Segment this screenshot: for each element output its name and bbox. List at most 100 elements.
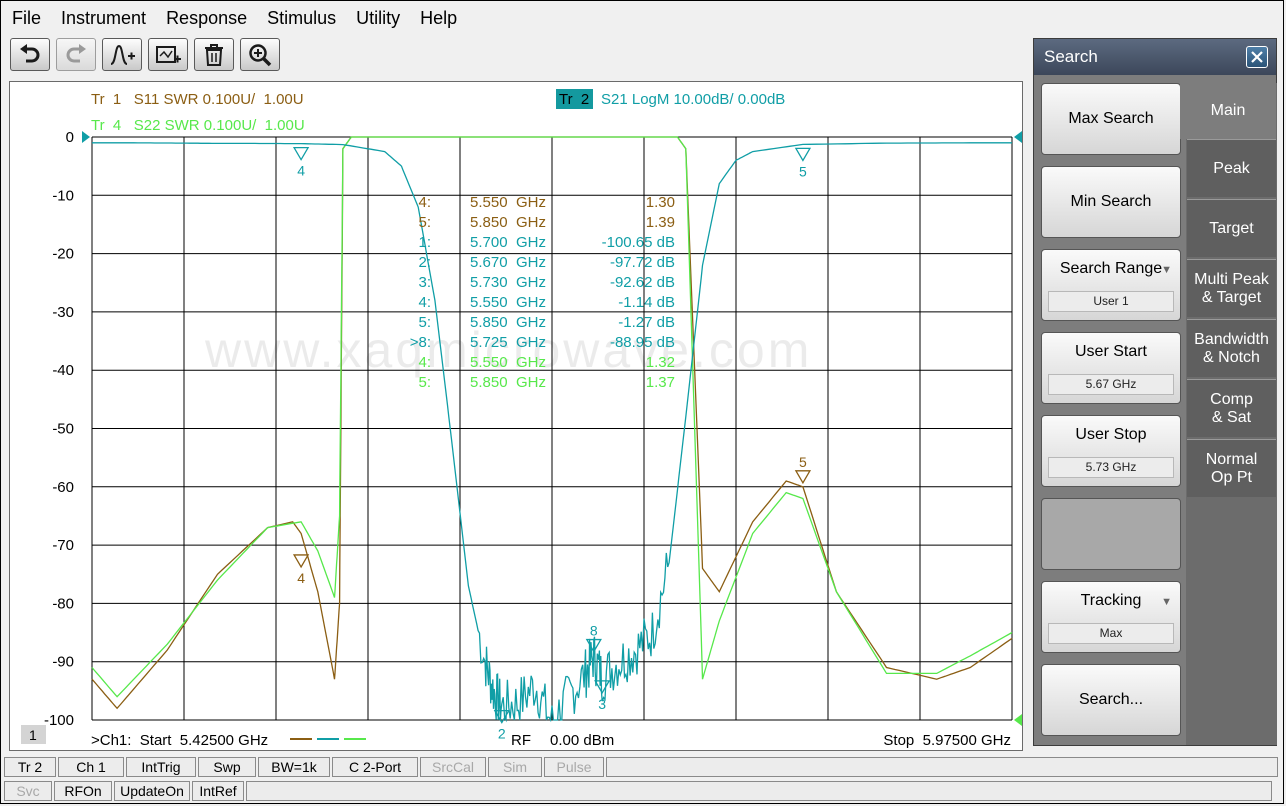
delete-button[interactable] [194, 38, 234, 71]
tab-target[interactable]: Target [1187, 199, 1276, 257]
min-search-button[interactable]: Min Search [1041, 166, 1181, 238]
marker-number: 4 [297, 570, 305, 586]
max-search-button[interactable]: Max Search [1041, 83, 1181, 155]
status-updateon[interactable]: UpdateOn [114, 781, 190, 801]
marker-number: 5 [799, 454, 807, 470]
marker-readout-unit: GHz [516, 274, 546, 291]
menu-utility[interactable]: Utility [346, 4, 410, 32]
tab-bandwidth-notch[interactable]: Bandwidth & Notch [1187, 319, 1276, 377]
marker-triangle [594, 680, 611, 695]
network-analyzer-plot[interactable]: www.xaqmicrowave.com 0 -10 -20 -30 -40 -50 -60… [10, 82, 1022, 750]
chevron-down-icon: ▼ [1161, 596, 1172, 608]
menu-stimulus[interactable]: Stimulus [257, 4, 346, 32]
status-tr-2[interactable]: Tr 2 [4, 757, 56, 777]
add-trace-button[interactable] [148, 38, 188, 71]
trace-2-label[interactable]: S21 LogM 10.00dB/ 0.00dB [601, 91, 785, 108]
tab-multi-peak-target[interactable]: Multi Peak & Target [1187, 259, 1276, 317]
status-sim[interactable]: Sim [488, 757, 542, 777]
status-pulse[interactable]: Pulse [544, 757, 604, 777]
marker-readout-value: 1.39 [646, 214, 675, 231]
marker-readout-value: -97.72 dB [610, 254, 675, 271]
marker-4[interactable]: 4 [292, 554, 310, 586]
marker-readout-value: -1.14 dB [618, 294, 675, 311]
marker-readout-frequency: 5.850 [470, 314, 508, 331]
menu-help[interactable]: Help [410, 4, 467, 32]
y-tick-label: -50 [52, 421, 74, 438]
menu-file[interactable]: File [2, 4, 51, 32]
menu-instrument[interactable]: Instrument [51, 4, 156, 32]
marker-4[interactable]: 4 [292, 146, 310, 179]
marker-3[interactable]: 3 [594, 680, 611, 712]
rf-label: RF [511, 732, 531, 749]
marker-readout-unit: GHz [516, 354, 546, 371]
ref-arrow-right[interactable] [1014, 131, 1022, 143]
trace-4-label[interactable]: Tr 4 S22 SWR 0.100U/ 1.00U [91, 117, 305, 134]
menu-response[interactable]: Response [156, 4, 257, 32]
close-button[interactable] [1246, 46, 1268, 68]
marker-readout-id: 5: [418, 314, 431, 331]
undo-icon [20, 43, 40, 62]
marker-readout-row: 4: 5.550 GHz -1.14 dB [418, 294, 675, 311]
y-tick-label: -20 [52, 246, 74, 263]
stop-frequency[interactable]: Stop 5.97500 GHz [883, 732, 1011, 749]
status-svc[interactable]: Svc [4, 781, 52, 801]
tab-main[interactable]: Main [1180, 83, 1276, 139]
marker-readout-frequency: 5.850 [470, 214, 508, 231]
status-srccal[interactable]: SrcCal [420, 757, 486, 777]
search-panel: Search Max Search Min Search Search Rang… [1033, 38, 1277, 746]
marker-readout-value: 1.30 [646, 194, 675, 211]
power-level[interactable]: 0.00 dBm [550, 732, 614, 749]
start-frequency[interactable]: >Ch1: Start 5.42500 GHz [91, 732, 268, 749]
undo-button[interactable] [10, 38, 50, 71]
user-stop-button[interactable]: User Stop 5.73 GHz [1041, 415, 1181, 487]
status-bw-1k[interactable]: BW=1k [258, 757, 330, 777]
status-filler [246, 781, 1272, 801]
status-ch-1[interactable]: Ch 1 [58, 757, 124, 777]
user-start-button[interactable]: User Start 5.67 GHz [1041, 332, 1181, 404]
redo-icon [66, 43, 86, 62]
search-more-button[interactable]: Search... [1041, 664, 1181, 736]
tracking-dropdown[interactable]: Tracking ▼ Max [1041, 581, 1181, 653]
marker-number: 8 [590, 623, 598, 639]
marker-readout-id: 1: [418, 234, 431, 251]
zoom-in-icon [249, 43, 272, 66]
tab-normal-op-pt[interactable]: Normal Op Pt [1187, 439, 1276, 497]
trace-2-badge-label: Tr 2 [559, 91, 589, 108]
marker-5[interactable]: 5 [794, 147, 812, 179]
watermark: www.xaqmicrowave.com [204, 322, 812, 378]
close-icon [1251, 51, 1263, 63]
status-rfon[interactable]: RFOn [54, 781, 112, 801]
ref-arrow-right-low[interactable] [1014, 714, 1022, 726]
y-tick-label: -80 [52, 595, 74, 612]
search-range-dropdown[interactable]: Search Range ▼ User 1 [1041, 249, 1181, 321]
marker-readout-value: -88.95 dB [610, 334, 675, 351]
zoom-button[interactable] [240, 38, 280, 71]
status-intref[interactable]: IntRef [192, 781, 244, 801]
y-tick-label: -100 [44, 712, 74, 729]
add-marker-button[interactable] [102, 38, 142, 71]
marker-readout-row: 2: 5.670 GHz -97.72 dB [418, 254, 675, 271]
trace-1-label[interactable]: Tr 1 S11 SWR 0.100U/ 1.00U [91, 91, 304, 108]
marker-readout-row: 4: 5.550 GHz 1.30 [418, 194, 675, 211]
tab-peak[interactable]: Peak [1187, 139, 1276, 197]
plot-panel: www.xaqmicrowave.com 0 -10 -20 -30 -40 -50 -60… [9, 81, 1023, 751]
empty-button-slot [1041, 498, 1181, 570]
y-tick-label: -30 [52, 304, 74, 321]
ref-arrow-left[interactable] [82, 131, 90, 143]
status-swp[interactable]: Swp [198, 757, 256, 777]
marker-readout-id: 5: [418, 214, 431, 231]
tab-comp-sat[interactable]: Comp & Sat [1187, 379, 1276, 437]
search-range-value: User 1 [1048, 291, 1174, 312]
redo-button[interactable] [56, 38, 96, 71]
marker-triangle [794, 470, 812, 485]
marker-number: 5 [799, 163, 807, 179]
marker-2[interactable]: 2 [493, 709, 510, 742]
toolbar [10, 38, 280, 71]
status-c-2-port[interactable]: C 2-Port [332, 757, 418, 777]
marker-number: 2 [498, 726, 506, 742]
y-tick-label: -70 [52, 537, 74, 554]
marker-readout-id: >8: [410, 334, 431, 351]
marker-5[interactable]: 5 [794, 454, 812, 485]
marker-readout-value: 1.37 [646, 374, 675, 391]
status-inttrig[interactable]: IntTrig [126, 757, 196, 777]
